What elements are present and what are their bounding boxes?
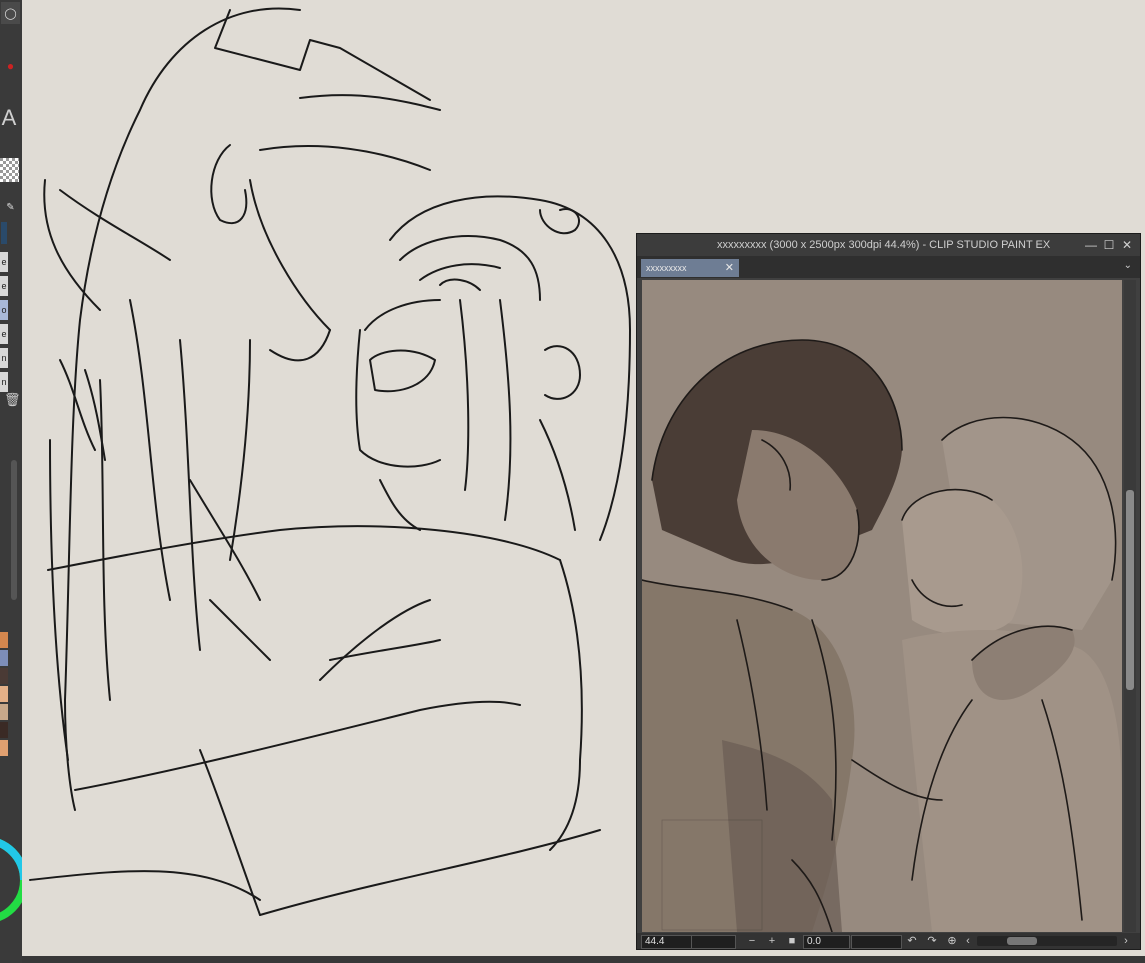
layer-label-2[interactable]: e (0, 276, 8, 296)
tab-close-icon[interactable]: ✕ (725, 261, 734, 274)
palette-swatch-4[interactable] (0, 686, 8, 702)
color-dots-icon[interactable]: ● (1, 55, 20, 77)
zoom-in-button[interactable]: + (765, 934, 779, 948)
sub-view-window[interactable]: xxxxxxxxx (3000 x 2500px 300dpi 44.4%) -… (636, 233, 1141, 950)
zoom-out-button[interactable]: − (745, 934, 759, 948)
sub-window-title: xxxxxxxxx (3000 x 2500px 300dpi 44.4%) -… (717, 239, 1051, 251)
text-tool-icon[interactable]: A (0, 105, 18, 131)
document-tab[interactable]: xxxxxxxxx ✕ (641, 259, 739, 277)
palette-swatch-2[interactable] (0, 650, 8, 666)
trash-icon[interactable]: 🗑 (4, 392, 21, 408)
layer-label-6[interactable]: n (0, 372, 8, 392)
zoom-input[interactable]: 44.4 (641, 935, 692, 949)
palette-swatch-6[interactable] (0, 722, 8, 738)
horizontal-scrollbar-thumb[interactable] (1007, 937, 1037, 945)
layer-selected-marker (1, 222, 7, 244)
maximize-icon[interactable]: ☐ (1101, 237, 1117, 253)
fit-view-icon[interactable]: ■ (785, 934, 799, 948)
close-icon[interactable]: ✕ (1119, 237, 1135, 253)
reset-rotation-icon[interactable]: ⊕ (945, 934, 959, 948)
scroll-right-icon[interactable]: › (1119, 934, 1133, 948)
layer-label-5[interactable]: n (0, 348, 8, 368)
zoom-slider[interactable] (691, 935, 736, 949)
colored-illustration (642, 280, 1122, 932)
pen-icon[interactable]: ✎ (1, 196, 20, 218)
scrollbar-thumb[interactable] (1126, 490, 1134, 690)
layer-label-3[interactable]: o (0, 300, 8, 320)
rotate-left-icon[interactable]: ↶ (905, 934, 919, 948)
horizontal-scrollbar[interactable] (977, 936, 1117, 946)
chevron-down-icon[interactable]: ⌄ (1124, 260, 1132, 271)
rotation-input[interactable]: 0.0 (803, 935, 850, 949)
rotation-slider[interactable] (851, 935, 902, 949)
sub-window-titlebar[interactable]: xxxxxxxxx (3000 x 2500px 300dpi 44.4%) -… (637, 234, 1140, 256)
lasso-icon[interactable]: ◯ (1, 2, 20, 24)
sub-canvas-preview[interactable] (642, 280, 1122, 932)
layer-label-4[interactable]: e (0, 324, 8, 344)
rotate-right-icon[interactable]: ↷ (925, 934, 939, 948)
sub-window-tabbar: xxxxxxxxx ✕ ⌄ (637, 256, 1140, 278)
document-tab-label: xxxxxxxxx (646, 263, 687, 273)
palette-swatch-1[interactable] (0, 632, 8, 648)
left-tool-strip: ◯ ● A ✎ e e o e n n 🗑 (0, 0, 23, 963)
vertical-scrollbar[interactable] (1124, 280, 1136, 932)
strip-scrollbar[interactable] (11, 460, 17, 600)
palette-swatch-7[interactable] (0, 740, 8, 756)
color-wheel-icon[interactable] (0, 815, 22, 945)
sub-window-statusbar: 44.4 − + ■ 0.0 ↶ ↷ ⊕ ‹ › (637, 933, 1140, 949)
palette-swatch-5[interactable] (0, 704, 8, 720)
transparency-icon[interactable] (0, 158, 19, 182)
scroll-left-icon[interactable]: ‹ (961, 934, 975, 948)
main-status-bar (22, 956, 1145, 963)
palette-swatch-3[interactable] (0, 668, 8, 684)
minimize-icon[interactable]: — (1083, 237, 1099, 253)
layer-label-1[interactable]: e (0, 252, 8, 272)
